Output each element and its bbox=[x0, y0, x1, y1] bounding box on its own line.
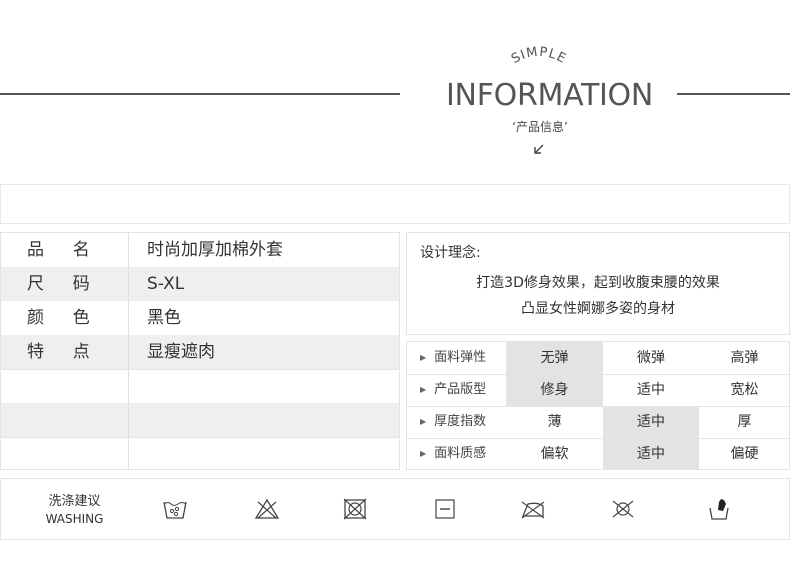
attribute-row: ▶ 产品版型 修身 适中 宽松 bbox=[406, 374, 790, 406]
attribute-label-text: 面料弹性 bbox=[434, 350, 487, 365]
header-right-line bbox=[677, 93, 790, 95]
table-row: 品 名 时尚加厚加棉外套 bbox=[1, 233, 399, 267]
table-row-empty bbox=[1, 403, 399, 437]
attribute-row: ▶ 厚度指数 薄 适中 厚 bbox=[406, 406, 790, 438]
page-title: INFORMATION bbox=[446, 78, 654, 113]
attribute-option: 适中 bbox=[637, 382, 665, 398]
attribute-option: 偏硬 bbox=[730, 446, 759, 462]
attribute-row: ▶ 面料弹性 无弹 微弹 高弹 bbox=[406, 342, 790, 374]
design-title: 设计理念: bbox=[420, 245, 481, 261]
attribute-label: ▶ 面料质感 bbox=[420, 438, 486, 470]
attribute-option: 微弹 bbox=[637, 350, 665, 366]
design-description-line: 打造3D修身效果，起到收腹束腰的效果 bbox=[476, 275, 720, 291]
attribute-label-text: 面料质感 bbox=[434, 446, 487, 461]
header-left-line bbox=[0, 93, 400, 95]
hand-wash-gloves-icon bbox=[709, 499, 729, 520]
attribute-option: 高弹 bbox=[730, 350, 759, 366]
attribute-option-selected: 适中 bbox=[603, 438, 699, 470]
svg-text:SIMPLE: SIMPLE bbox=[509, 45, 569, 67]
table-column-divider bbox=[128, 233, 129, 469]
arrow-down-left-icon bbox=[534, 144, 544, 154]
banner-box bbox=[0, 184, 790, 224]
attribute-label: ▶ 产品版型 bbox=[420, 374, 486, 406]
row-divider bbox=[1, 437, 399, 438]
triangle-right-icon: ▶ bbox=[420, 417, 427, 426]
attribute-option-selected: 适中 bbox=[603, 406, 699, 438]
simple-arc-text: SIMPLE bbox=[509, 45, 569, 67]
attribute-option: 宽松 bbox=[730, 382, 759, 398]
dry-flat-icon bbox=[435, 499, 455, 519]
hand-wash-icon bbox=[163, 501, 187, 519]
page-subtitle: ‘产品信息’ bbox=[512, 120, 568, 134]
attribute-label: ▶ 厚度指数 bbox=[420, 406, 486, 438]
row-divider bbox=[1, 369, 399, 370]
attribute-label-text: 厚度指数 bbox=[434, 414, 487, 429]
washing-label: 洗涤建议 bbox=[48, 494, 101, 509]
product-info-table: 品 名 时尚加厚加棉外套 尺 码 S-XL 颜 色 黑色 特 点 显瘦遮肉 bbox=[0, 232, 400, 470]
table-row: 特 点 显瘦遮肉 bbox=[1, 335, 399, 369]
attribute-option-selected: 修身 bbox=[506, 374, 603, 406]
row-value: 黑色 bbox=[147, 308, 181, 328]
triangle-right-icon: ▶ bbox=[420, 449, 427, 458]
table-row: 尺 码 S-XL bbox=[1, 267, 399, 301]
row-key: 特 点 bbox=[27, 342, 96, 362]
attribute-option: 厚 bbox=[737, 414, 752, 430]
design-description-line: 凸显女性婀娜多姿的身材 bbox=[521, 301, 675, 317]
attribute-option: 薄 bbox=[547, 414, 562, 430]
row-key: 颜 色 bbox=[27, 308, 96, 328]
attribute-option-selected: 无弹 bbox=[506, 342, 603, 374]
row-value: S-XL bbox=[147, 274, 185, 294]
table-row: 颜 色 黑色 bbox=[1, 301, 399, 335]
no-tumble-dry-icon bbox=[343, 498, 367, 520]
row-divider bbox=[406, 374, 790, 375]
row-value: 显瘦遮肉 bbox=[147, 342, 215, 362]
row-key: 品 名 bbox=[27, 240, 96, 260]
no-dry-clean-icon bbox=[612, 500, 634, 518]
attribute-label: ▶ 面料弹性 bbox=[420, 342, 486, 374]
attribute-label-text: 产品版型 bbox=[434, 382, 487, 397]
triangle-right-icon: ▶ bbox=[420, 353, 427, 362]
attribute-option: 偏软 bbox=[540, 446, 569, 462]
table-row-empty bbox=[1, 369, 399, 403]
washing-box bbox=[0, 478, 790, 540]
washing-label-en: WASHING bbox=[45, 512, 104, 526]
row-divider bbox=[406, 406, 790, 407]
iron-icon bbox=[521, 501, 545, 519]
triangle-right-icon: ▶ bbox=[420, 385, 427, 394]
table-row-empty bbox=[1, 437, 399, 471]
no-bleach-icon bbox=[254, 498, 280, 519]
row-divider bbox=[406, 438, 790, 439]
row-value: 时尚加厚加棉外套 bbox=[147, 240, 283, 260]
row-key: 尺 码 bbox=[27, 274, 96, 294]
attribute-row: ▶ 面料质感 偏软 适中 偏硬 bbox=[406, 438, 790, 470]
